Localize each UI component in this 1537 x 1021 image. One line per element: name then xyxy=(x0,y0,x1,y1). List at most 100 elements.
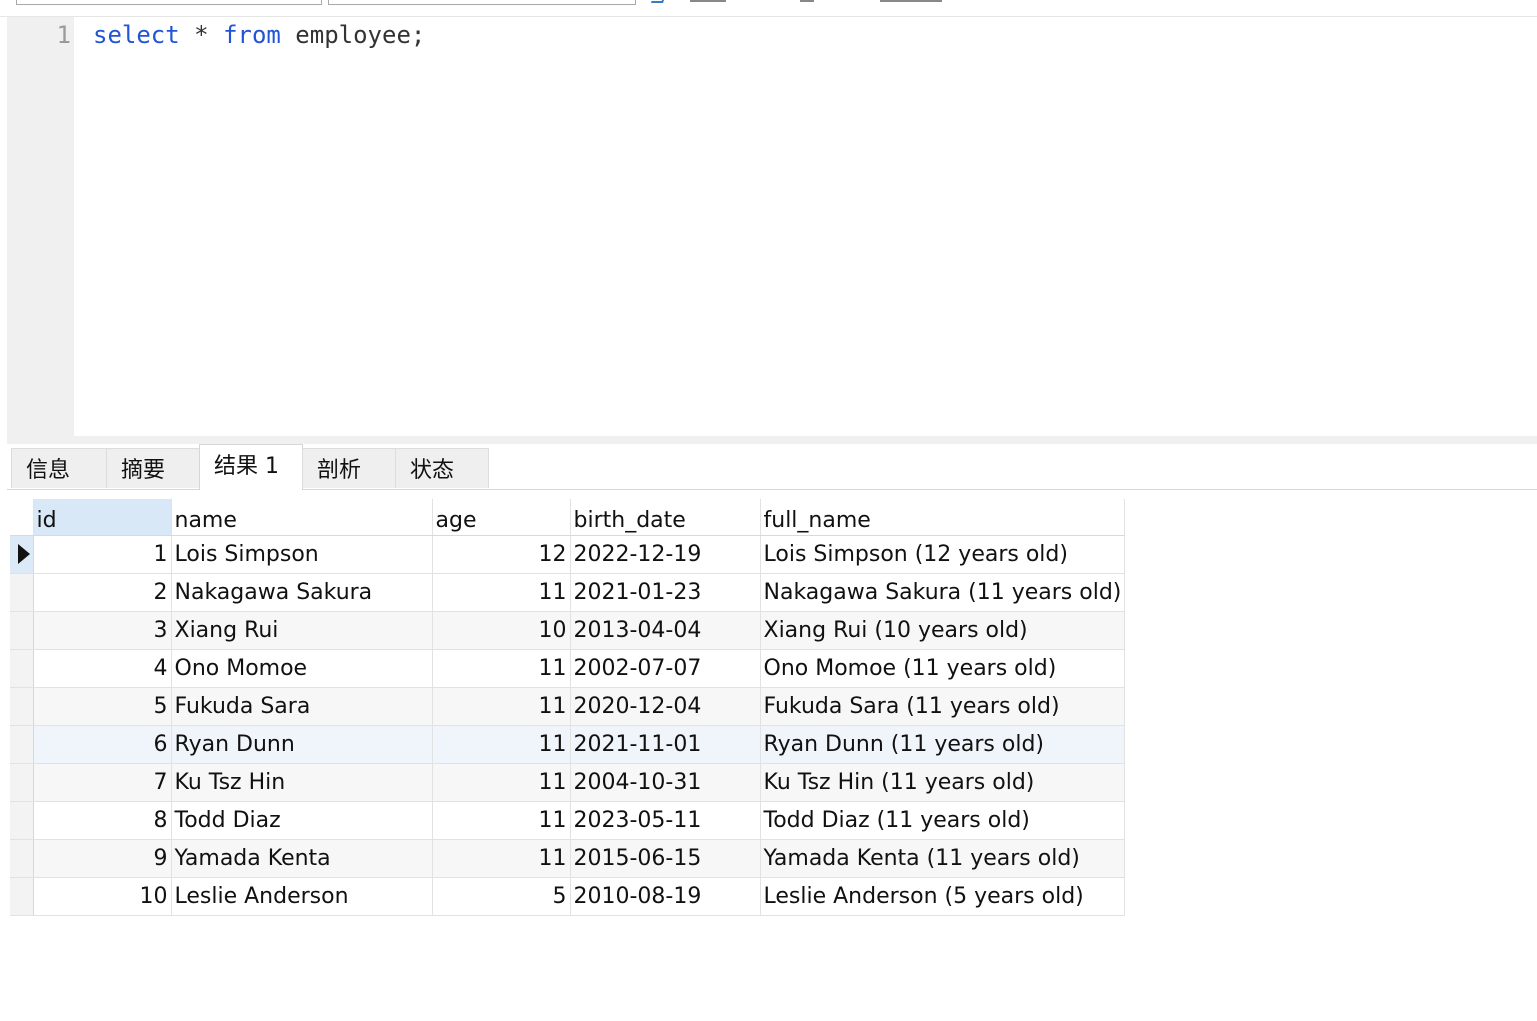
row-selector[interactable] xyxy=(10,649,34,688)
cell-full-name[interactable]: Todd Diaz (11 years old) xyxy=(760,801,1126,840)
cell-name[interactable]: Xiang Rui xyxy=(171,611,433,650)
cell-birth-date[interactable]: 2020-12-04 xyxy=(570,687,761,726)
cell-birth-date[interactable]: 2021-01-23 xyxy=(570,573,761,612)
cell-birth-date[interactable]: 2023-05-11 xyxy=(570,801,761,840)
code-star: * xyxy=(179,21,224,49)
tab-info[interactable]: 信息 xyxy=(11,448,107,488)
cell-name[interactable]: Ryan Dunn xyxy=(171,725,433,764)
cell-id[interactable]: 7 xyxy=(33,763,172,802)
table-row[interactable]: 5 Fukuda Sara 11 2020-12-04 Fukuda Sara (11 … xyxy=(10,687,1126,726)
cell-age[interactable]: 10 xyxy=(432,611,571,650)
cell-id[interactable]: 10 xyxy=(33,877,172,916)
cell-full-name[interactable]: Ono Momoe (11 years old) xyxy=(760,649,1126,688)
cell-age[interactable]: 11 xyxy=(432,649,571,688)
cell-full-name[interactable]: Lois Simpson (12 years old) xyxy=(760,535,1126,574)
run-icon[interactable] xyxy=(650,0,666,3)
row-selector[interactable] xyxy=(10,801,34,840)
cell-name[interactable]: Ono Momoe xyxy=(171,649,433,688)
code-line-1[interactable]: select * from employee; xyxy=(93,21,425,49)
result-table: id name age birth_date full_name 1 Lois S… xyxy=(10,499,1126,916)
cell-age[interactable]: 11 xyxy=(432,687,571,726)
table-row[interactable]: 9 Yamada Kenta 11 2015-06-15 Yamada Kenta (1… xyxy=(10,839,1126,878)
result-grid: id name age birth_date full_name 1 Lois S… xyxy=(10,499,1126,916)
tab-profile[interactable]: 剖析 xyxy=(302,448,396,488)
table-row[interactable]: 2 Nakagawa Sakura 11 2021-01-23 Nakagawa Sak… xyxy=(10,573,1126,612)
tab-status[interactable]: 状态 xyxy=(395,448,489,488)
line-number: 1 xyxy=(56,21,71,49)
row-indicator-header xyxy=(10,499,34,536)
column-header-age[interactable]: age xyxy=(432,499,571,536)
cell-birth-date[interactable]: 2022-12-19 xyxy=(570,535,761,574)
cell-full-name[interactable]: Nakagawa Sakura (11 years old) xyxy=(760,573,1126,612)
cell-age[interactable]: 11 xyxy=(432,839,571,878)
cell-age[interactable]: 11 xyxy=(432,573,571,612)
tab-result-1[interactable]: 结果 1 xyxy=(199,444,303,490)
table-row[interactable]: 10 Leslie Anderson 5 2010-08-19 Leslie Ander… xyxy=(10,877,1126,916)
cell-id[interactable]: 9 xyxy=(33,839,172,878)
database-dropdown[interactable] xyxy=(328,0,636,5)
column-header-name[interactable]: name xyxy=(171,499,433,536)
column-header-birth-date[interactable]: birth_date xyxy=(570,499,761,536)
row-selector[interactable] xyxy=(10,839,34,878)
cell-full-name[interactable]: Yamada Kenta (11 years old) xyxy=(760,839,1126,878)
row-selector[interactable] xyxy=(10,763,34,802)
table-row[interactable]: 1 Lois Simpson 12 2022-12-19 Lois Simpson (1… xyxy=(10,535,1126,574)
cell-id[interactable]: 3 xyxy=(33,611,172,650)
table-row[interactable]: 8 Todd Diaz 11 2023-05-11 Todd Diaz (11 year… xyxy=(10,801,1126,840)
cell-age[interactable]: 12 xyxy=(432,535,571,574)
line-number-gutter: 1 xyxy=(7,17,74,436)
cell-id[interactable]: 5 xyxy=(33,687,172,726)
header-row: id name age birth_date full_name xyxy=(10,499,1126,536)
toolbar xyxy=(0,0,1537,17)
cell-name[interactable]: Lois Simpson xyxy=(171,535,433,574)
stop-button-label-fragment[interactable] xyxy=(800,0,814,2)
cell-birth-date[interactable]: 2002-07-07 xyxy=(570,649,761,688)
current-row-arrow-icon xyxy=(18,544,30,564)
cell-name[interactable]: Todd Diaz xyxy=(171,801,433,840)
cell-birth-date[interactable]: 2010-08-19 xyxy=(570,877,761,916)
tab-summary[interactable]: 摘要 xyxy=(106,448,200,488)
table-row[interactable]: 7 Ku Tsz Hin 11 2004-10-31 Ku Tsz Hin (11 ye… xyxy=(10,763,1126,802)
connection-dropdown[interactable] xyxy=(16,0,322,5)
cell-full-name[interactable]: Ryan Dunn (11 years old) xyxy=(760,725,1126,764)
row-selector[interactable] xyxy=(10,687,34,726)
cell-birth-date[interactable]: 2013-04-04 xyxy=(570,611,761,650)
cell-age[interactable]: 11 xyxy=(432,801,571,840)
cell-name[interactable]: Yamada Kenta xyxy=(171,839,433,878)
column-header-full-name[interactable]: full_name xyxy=(760,499,1126,536)
cell-full-name[interactable]: Fukuda Sara (11 years old) xyxy=(760,687,1126,726)
editor-results-splitter[interactable] xyxy=(7,436,1537,444)
cell-birth-date[interactable]: 2004-10-31 xyxy=(570,763,761,802)
cell-id[interactable]: 6 xyxy=(33,725,172,764)
sql-editor[interactable]: 1 select * from employee; xyxy=(7,17,1537,436)
cell-birth-date[interactable]: 2021-11-01 xyxy=(570,725,761,764)
cell-age[interactable]: 11 xyxy=(432,763,571,802)
explain-button-label-fragment[interactable] xyxy=(880,0,942,2)
cell-id[interactable]: 1 xyxy=(33,535,172,574)
cell-id[interactable]: 8 xyxy=(33,801,172,840)
table-row[interactable]: 6 Ryan Dunn 11 2021-11-01 Ryan Dunn (11 year… xyxy=(10,725,1126,764)
cell-name[interactable]: Nakagawa Sakura xyxy=(171,573,433,612)
cell-age[interactable]: 11 xyxy=(432,725,571,764)
cell-full-name[interactable]: Ku Tsz Hin (11 years old) xyxy=(760,763,1126,802)
cell-name[interactable]: Fukuda Sara xyxy=(171,687,433,726)
cell-full-name[interactable]: Leslie Anderson (5 years old) xyxy=(760,877,1126,916)
cell-full-name[interactable]: Xiang Rui (10 years old) xyxy=(760,611,1126,650)
table-row[interactable]: 4 Ono Momoe 11 2002-07-07 Ono Momoe (11 year… xyxy=(10,649,1126,688)
row-selector[interactable] xyxy=(10,573,34,612)
cell-id[interactable]: 4 xyxy=(33,649,172,688)
query-window: 1 select * from employee; 信息 摘要 结果 1 剖析 … xyxy=(0,0,1537,1021)
cell-id[interactable]: 2 xyxy=(33,573,172,612)
row-selector[interactable] xyxy=(10,877,34,916)
cell-age[interactable]: 5 xyxy=(432,877,571,916)
column-header-id[interactable]: id xyxy=(33,499,172,536)
cell-name[interactable]: Ku Tsz Hin xyxy=(171,763,433,802)
run-button-label-fragment[interactable] xyxy=(690,0,726,2)
row-selector[interactable] xyxy=(10,611,34,650)
cell-name[interactable]: Leslie Anderson xyxy=(171,877,433,916)
row-selector[interactable] xyxy=(10,535,34,574)
table-row[interactable]: 3 Xiang Rui 10 2013-04-04 Xiang Rui (10 year… xyxy=(10,611,1126,650)
row-selector[interactable] xyxy=(10,725,34,764)
code-table-name: employee; xyxy=(280,21,426,49)
cell-birth-date[interactable]: 2015-06-15 xyxy=(570,839,761,878)
